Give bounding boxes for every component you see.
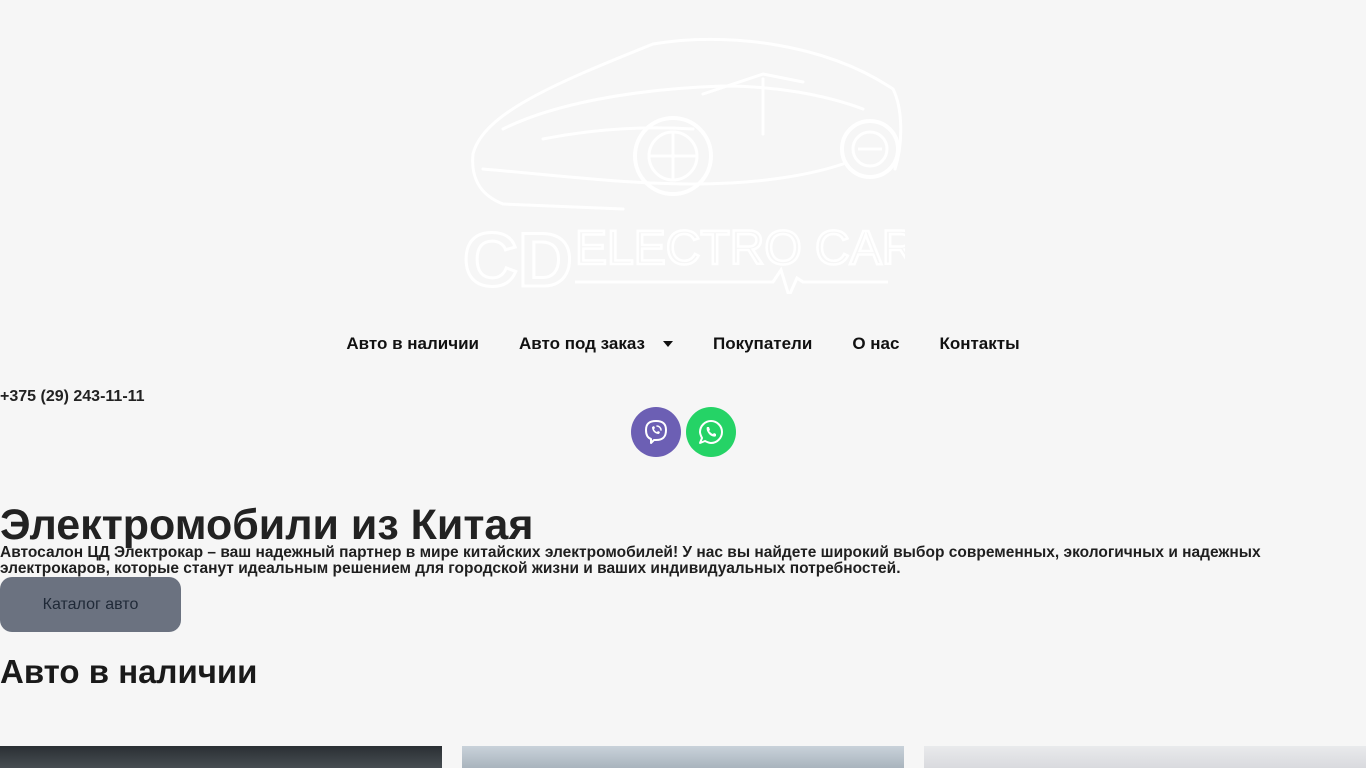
svg-text:CD: CD	[463, 218, 573, 294]
car-card-image[interactable]	[924, 746, 1366, 768]
hero-description: Автосалон ЦД Электрокар – ваш надежный п…	[0, 544, 1261, 577]
car-logo-graphic: CD ELECTRO CAR	[462, 37, 918, 305]
nav-item-about[interactable]: О нас	[852, 330, 899, 358]
main-nav: Авто в наличии Авто под заказ Покупатели…	[0, 330, 1366, 358]
catalog-button[interactable]: Каталог авто	[0, 577, 181, 632]
phone-link[interactable]: +375 (29) 243-11-11	[0, 388, 145, 406]
svg-text:ELECTRO CAR: ELECTRO CAR	[575, 222, 905, 275]
car-card-image[interactable]	[462, 746, 904, 768]
whatsapp-icon	[699, 420, 723, 444]
nav-item-in-stock[interactable]: Авто в наличии	[346, 330, 479, 358]
section-title-in-stock: Авто в наличии	[0, 653, 258, 690]
nav-item-buyers[interactable]: Покупатели	[713, 330, 812, 358]
viber-icon	[645, 420, 667, 444]
whatsapp-button[interactable]	[686, 407, 736, 457]
nav-item-label: Авто под заказ	[519, 334, 645, 353]
nav-item-to-order[interactable]: Авто под заказ	[519, 330, 673, 358]
social-links	[631, 407, 736, 457]
car-card-image[interactable]	[0, 746, 442, 768]
logo[interactable]: CD ELECTRO CAR	[462, 34, 918, 305]
page-title: Электромобили из Китая	[0, 501, 534, 549]
nav-item-contacts[interactable]: Контакты	[939, 330, 1019, 358]
viber-button[interactable]	[631, 407, 681, 457]
caret-down-icon	[662, 341, 673, 347]
